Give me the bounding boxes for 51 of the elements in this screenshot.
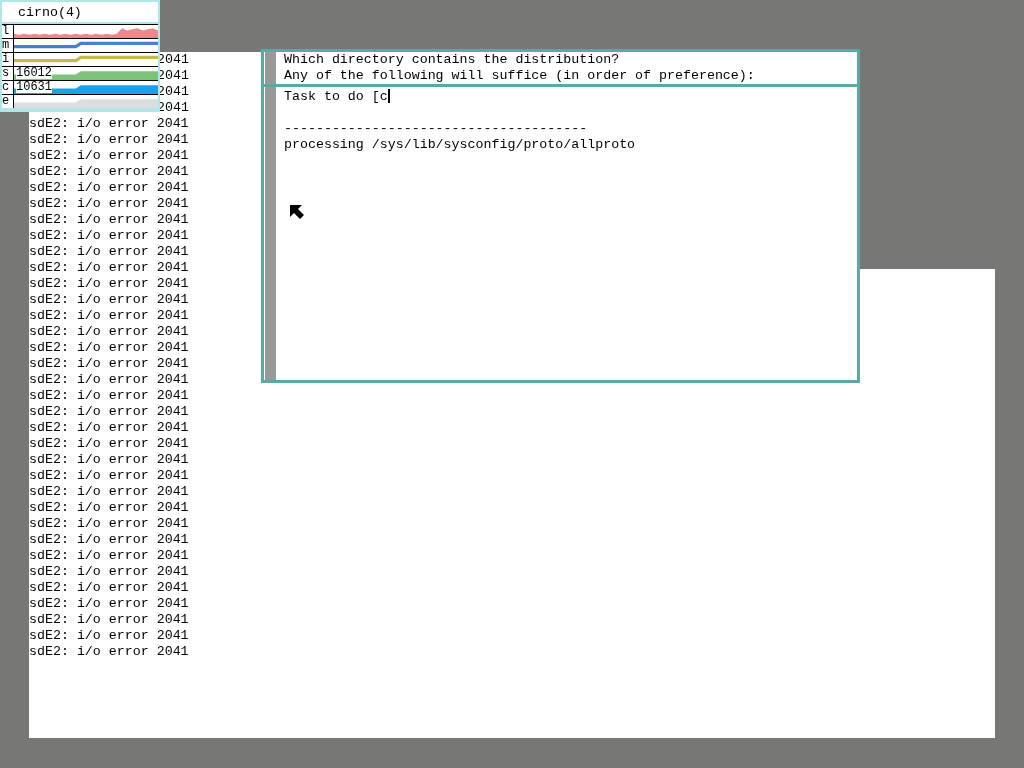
terminal-line: processing /sys/lib/sysconfig/proto/allproto <box>284 137 637 153</box>
console-line: sdE2: i/o error 2041 <box>29 180 189 196</box>
console-line: sdE2: i/o error 2041 <box>29 500 189 516</box>
console-line: sdE2: i/o error 2041 <box>29 388 189 404</box>
console-line: sdE2: i/o error 2041 <box>29 324 189 340</box>
console-line: sdE2: i/o error 2041 <box>29 148 189 164</box>
console-line: sdE2: i/o error 2041 <box>29 436 189 452</box>
console-line: sdE2: i/o error 2041 <box>29 308 189 324</box>
console-line: sdE2: i/o error 2041 <box>29 452 189 468</box>
console-line: sdE2: i/o error 2041 <box>29 404 189 420</box>
console-line: sdE2: i/o error 2041 <box>29 612 189 628</box>
scroll-bar[interactable] <box>265 52 276 380</box>
mouse-pointer-icon <box>290 205 304 219</box>
console-line: sdE2: i/o error 2041 <box>29 516 189 532</box>
console-line: sdE2: i/o error 2041 <box>29 292 189 308</box>
graph-label: i <box>2 53 13 66</box>
graph-label: l <box>2 25 13 38</box>
terminal-line: Task to do [c <box>284 89 391 105</box>
console-line: sdE2: i/o error 2041 <box>29 580 189 596</box>
console-line: sdE2: i/o error 2041 <box>29 484 189 500</box>
console-line: sdE2: i/o error 2041 <box>29 244 189 260</box>
console-line: sdE2: i/o error 2041 <box>29 596 189 612</box>
console-line: sdE2: i/o error 2041 <box>29 548 189 564</box>
console-line: sdE2: i/o error 2041 <box>29 276 189 292</box>
text-cursor <box>387 89 390 104</box>
console-line: sdE2: i/o error 2041 <box>29 212 189 228</box>
console-line: sdE2: i/o error 2041 <box>29 628 189 644</box>
graph-reading: 16012 <box>16 67 52 79</box>
console-line: sdE2: i/o error 2041 <box>29 468 189 484</box>
graph-label: c <box>2 81 13 94</box>
console-line: sdE2: i/o error 2041 <box>29 228 189 244</box>
console-line: sdE2: i/o error 2041 <box>29 340 189 356</box>
console-line: sdE2: i/o error 2041 <box>29 420 189 436</box>
console-line: sdE2: i/o error 2041 <box>29 564 189 580</box>
terminal-line: -------------------------------------- <box>284 121 589 137</box>
graph-label: e <box>2 95 13 108</box>
console-line: sdE2: i/o error 2041 <box>29 132 189 148</box>
window-title: cirno(4) <box>2 2 158 22</box>
console-line: sdE2: i/o error 2041 <box>29 372 189 388</box>
terminal-line: Which directory contains the distribution? <box>284 52 621 68</box>
terminal-line: Any of the following will suffice (in order of preference): <box>284 68 756 84</box>
graph-reading: 10631 <box>16 81 52 93</box>
console-line: sdE2: i/o error 2041 <box>29 196 189 212</box>
console-line: sdE2: i/o error 2041 <box>29 356 189 372</box>
graph-label: s <box>2 67 13 80</box>
console-line: sdE2: i/o error 2041 <box>29 644 189 660</box>
console-line: sdE2: i/o error 2041 <box>29 260 189 276</box>
console-line: sdE2: i/o error 2041 <box>29 164 189 180</box>
console-line: sdE2: i/o error 2041 <box>29 116 189 132</box>
graph-label: m <box>2 39 13 52</box>
console-line: sdE2: i/o error 2041 <box>29 532 189 548</box>
